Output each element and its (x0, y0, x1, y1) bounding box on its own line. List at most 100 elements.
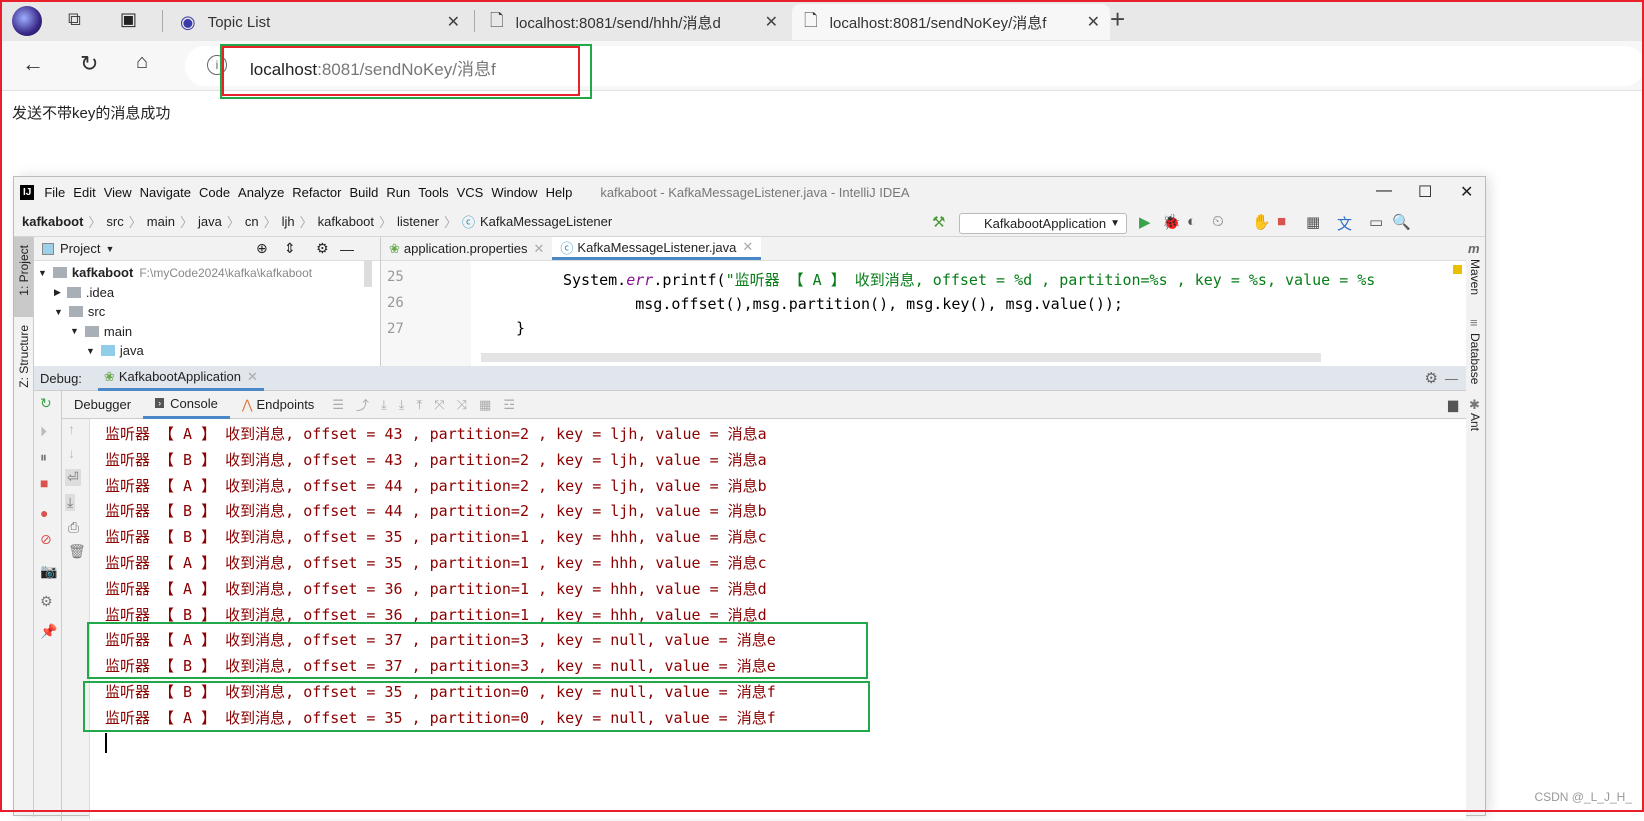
debug-icon[interactable]: 🐞 (1162, 213, 1181, 231)
breadcrumb-item[interactable]: cn (245, 214, 259, 229)
close-tab-icon[interactable]: ✕ (447, 12, 460, 32)
locate-icon[interactable]: ⊕ (256, 240, 268, 257)
show-execution-point-icon[interactable]: ⤴ (356, 395, 369, 414)
tab-application-properties[interactable]: ❀ application.properties ✕ (381, 237, 552, 260)
new-tab-button[interactable]: + (1110, 4, 1125, 35)
step-out-icon[interactable]: ⤒ (416, 397, 422, 413)
minimize-button[interactable]: — (1376, 182, 1392, 200)
tab-endpoints[interactable]: ⋀ Endpoints (230, 391, 327, 419)
close-tab-icon[interactable]: ✕ (742, 239, 753, 255)
resume-icon[interactable]: ⏵ (40, 423, 47, 440)
menu-analyze[interactable]: Analyze (238, 185, 284, 200)
run-icon[interactable]: ▶ (1139, 213, 1151, 231)
tab-console[interactable]: › Console (143, 391, 230, 419)
stop-icon[interactable]: ■ (40, 475, 48, 491)
maximize-button[interactable]: ☐ (1418, 182, 1432, 202)
run-to-cursor-icon[interactable]: ⤨ (457, 397, 467, 413)
back-icon[interactable]: ← (22, 51, 44, 77)
menu-edit[interactable]: Edit (73, 185, 95, 200)
breadcrumb-item[interactable]: java (198, 214, 222, 229)
build-hammer-icon[interactable]: ⚒ (932, 213, 945, 231)
print-icon[interactable]: ⎙ (68, 519, 79, 536)
trace-icon[interactable]: ☲ (503, 397, 515, 413)
hide-icon[interactable]: — (340, 241, 354, 257)
profile-avatar[interactable] (12, 6, 42, 36)
attach-icon[interactable]: ✋ (1252, 213, 1271, 231)
down-arrow-icon[interactable]: ↓ (68, 445, 75, 461)
tree-item-kafkaboot[interactable]: ▼ kafkaboot F:\myCode2024\kafka\kafkaboot (34, 263, 380, 283)
rerun-icon[interactable]: ↻ (40, 395, 52, 412)
chevron-down-icon[interactable]: ▼ (105, 244, 114, 254)
gear-icon[interactable]: ⚙ (1425, 369, 1438, 387)
database-tool-tab[interactable]: Database (1468, 333, 1482, 384)
search-icon[interactable]: 🔍 (1392, 213, 1411, 231)
close-tab-icon[interactable]: ✕ (533, 241, 544, 257)
soft-wrap-icon[interactable]: ⏎ (65, 469, 81, 486)
collections-icon[interactable]: ⧉ (68, 9, 81, 30)
horizontal-scrollbar[interactable] (481, 353, 1321, 362)
menu-view[interactable]: View (104, 185, 132, 200)
tree-item-idea[interactable]: ▶ .idea (34, 283, 380, 303)
menu-help[interactable]: Help (546, 185, 573, 200)
pin-icon[interactable]: 📌 (40, 623, 57, 640)
warning-marker[interactable] (1453, 265, 1462, 274)
code-line[interactable]: } (516, 319, 525, 337)
evaluate-icon[interactable]: ▦ (479, 397, 491, 413)
breadcrumb-item[interactable]: ljh (282, 214, 295, 229)
step-into-icon[interactable]: ⤓ (399, 397, 405, 413)
close-tab-icon[interactable]: ✕ (1087, 12, 1100, 32)
ant-tool-tab[interactable]: Ant (1468, 413, 1482, 431)
menu-icon[interactable]: ☰ (332, 397, 344, 413)
structure-tool-tab[interactable]: Z: Structure (17, 325, 31, 388)
presentation-icon[interactable]: ▭ (1369, 213, 1383, 231)
drop-frame-icon[interactable]: ⤧ (434, 397, 444, 413)
tree-item-main[interactable]: ▼ main (34, 322, 380, 342)
scroll-to-end-icon[interactable]: ⤓ (65, 494, 76, 511)
menu-refactor[interactable]: Refactor (292, 185, 341, 200)
breadcrumb-item[interactable]: src (106, 214, 123, 229)
project-scrollbar[interactable] (364, 261, 372, 287)
menu-vcs[interactable]: VCS (457, 185, 484, 200)
tab-send-no-key[interactable]: 🗋 localhost:8081/sendNoKey/消息f ✕ (792, 4, 1110, 40)
project-tool-tab[interactable]: 1: Project (14, 237, 33, 317)
breadcrumb-item[interactable]: KafkaMessageListener (480, 214, 612, 229)
view-breakpoints-icon[interactable]: ● (40, 505, 48, 521)
menu-build[interactable]: Build (349, 185, 378, 200)
collapse-icon[interactable]: ⇕ (284, 240, 296, 257)
pause-icon[interactable]: ⏸ (40, 449, 47, 466)
breadcrumb-item[interactable]: listener (397, 214, 439, 229)
translate-icon[interactable]: 文 (1337, 213, 1352, 234)
tree-item-java[interactable]: ▼ java (34, 341, 380, 361)
breadcrumb-item[interactable]: main (147, 214, 175, 229)
menu-file[interactable]: File (44, 185, 65, 200)
sidebar-icon[interactable]: ▣ (120, 9, 137, 30)
refresh-icon[interactable]: ↻ (80, 51, 98, 77)
tab-kafka-message-listener[interactable]: ⓒ KafkaMessageListener.java ✕ (552, 237, 762, 260)
run-configuration-select[interactable]: KafkabootApplication ▼ (959, 213, 1127, 234)
home-icon[interactable]: ⌂ (136, 51, 148, 74)
profile-icon[interactable]: ⏲ (1212, 213, 1224, 230)
close-window-button[interactable]: ✕ (1460, 182, 1473, 202)
hide-icon[interactable]: — (1445, 371, 1458, 386)
code-line[interactable]: System.err.printf("监听器 【 A 】 收到消息, offse… (563, 269, 1375, 290)
console-output[interactable]: 监听器 【 A 】 收到消息, offset = 43 , partition=… (90, 419, 1466, 819)
gear-icon[interactable]: ⚙ (316, 240, 329, 257)
project-structure-icon[interactable]: ▦ (1306, 213, 1320, 231)
menu-window[interactable]: Window (491, 185, 537, 200)
camera-icon[interactable]: 📷 (40, 563, 57, 580)
debug-session-tab[interactable]: ❀ KafkabootApplication ✕ (97, 366, 264, 391)
menu-navigate[interactable]: Navigate (140, 185, 191, 200)
stop-icon[interactable]: ■ (1277, 213, 1286, 230)
settings-icon[interactable]: ⚙ (40, 593, 53, 610)
coverage-icon[interactable]: ◐ (1187, 213, 1196, 230)
layout-icon[interactable]: ▆ (1448, 397, 1458, 413)
tab-topic-list[interactable]: ◉ Topic List ✕ (168, 4, 470, 40)
step-over-icon[interactable]: ⤓ (381, 397, 387, 413)
project-view-select[interactable]: Project (60, 241, 100, 256)
menu-code[interactable]: Code (199, 185, 230, 200)
code-line[interactable]: msg.offset(),msg.partition(), msg.key(),… (563, 295, 1123, 313)
close-tab-icon[interactable]: ✕ (765, 12, 778, 32)
breadcrumb-item[interactable]: kafkaboot (22, 214, 83, 229)
breadcrumb-item[interactable]: kafkaboot (318, 214, 374, 229)
clear-all-icon[interactable]: 🗑 (68, 543, 86, 560)
